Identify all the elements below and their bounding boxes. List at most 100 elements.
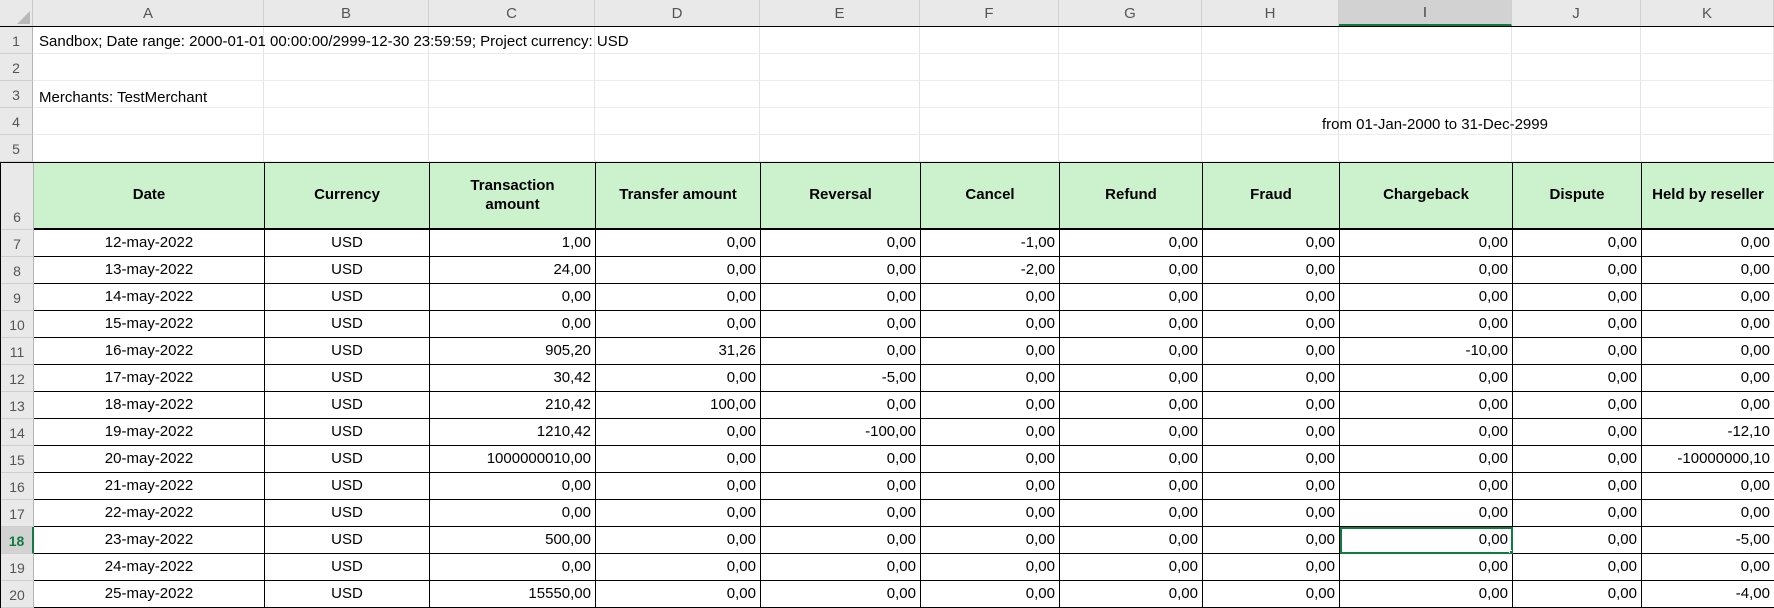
row-number-13[interactable]: 13 xyxy=(1,392,34,419)
column-header-f[interactable]: F xyxy=(920,0,1059,26)
cell[interactable]: USD xyxy=(265,473,430,500)
row-number-3[interactable]: 3 xyxy=(0,81,33,108)
cell[interactable] xyxy=(920,81,1059,108)
row-number-20[interactable]: 20 xyxy=(1,581,34,608)
row-number-17[interactable]: 17 xyxy=(1,500,34,527)
cell[interactable] xyxy=(1202,81,1339,108)
cell[interactable]: -5,00 xyxy=(1642,527,1774,554)
cell[interactable]: 0,00 xyxy=(1060,554,1203,581)
cell[interactable]: 0,00 xyxy=(1513,581,1642,608)
header-cell-transfer-amount[interactable]: Transfer amount xyxy=(596,163,761,230)
cell[interactable] xyxy=(595,108,760,135)
cell[interactable]: 0,00 xyxy=(1060,365,1203,392)
cell[interactable]: 1000000010,00 xyxy=(430,446,596,473)
row-number-16[interactable]: 16 xyxy=(1,473,34,500)
cell[interactable]: 0,00 xyxy=(430,500,596,527)
cell[interactable] xyxy=(1512,135,1641,162)
cell[interactable]: -5,00 xyxy=(761,365,921,392)
cell[interactable] xyxy=(1059,108,1202,135)
cell[interactable]: 0,00 xyxy=(1203,500,1340,527)
cell[interactable]: 0,00 xyxy=(921,500,1060,527)
cell[interactable]: 0,00 xyxy=(1060,284,1203,311)
cell[interactable] xyxy=(264,108,429,135)
cell[interactable] xyxy=(1641,27,1774,54)
cell[interactable]: 30,42 xyxy=(430,365,596,392)
cell[interactable]: 0,00 xyxy=(1060,311,1203,338)
cell[interactable] xyxy=(1059,54,1202,81)
cell[interactable]: 0,00 xyxy=(1060,230,1203,257)
cell[interactable]: 22-may-2022 xyxy=(34,500,265,527)
cell[interactable]: 0,00 xyxy=(596,230,761,257)
cell[interactable]: 0,00 xyxy=(1203,392,1340,419)
cell[interactable]: 100,00 xyxy=(596,392,761,419)
cell[interactable]: 0,00 xyxy=(430,554,596,581)
cell[interactable]: 0,00 xyxy=(1340,257,1513,284)
cell[interactable]: -100,00 xyxy=(761,419,921,446)
cell[interactable]: 0,00 xyxy=(1340,230,1513,257)
cell[interactable]: 0,00 xyxy=(1340,473,1513,500)
cell[interactable]: 0,00 xyxy=(761,257,921,284)
selected-cell[interactable]: 0,00 xyxy=(1340,527,1513,554)
cell[interactable]: USD xyxy=(265,527,430,554)
cell[interactable]: 20-may-2022 xyxy=(34,446,265,473)
cell[interactable] xyxy=(1202,108,1339,135)
cell[interactable]: 0,00 xyxy=(1340,500,1513,527)
cell[interactable]: 500,00 xyxy=(430,527,596,554)
cell[interactable]: 0,00 xyxy=(596,446,761,473)
cell[interactable]: USD xyxy=(265,284,430,311)
row-number-18[interactable]: 18 xyxy=(1,527,34,554)
header-cell-dispute[interactable]: Dispute xyxy=(1513,163,1642,230)
cell[interactable]: 17-may-2022 xyxy=(34,365,265,392)
header-cell-reversal[interactable]: Reversal xyxy=(761,163,921,230)
row-number-15[interactable]: 15 xyxy=(1,446,34,473)
cell[interactable]: USD xyxy=(265,419,430,446)
cell[interactable]: 0,00 xyxy=(1340,311,1513,338)
cell[interactable] xyxy=(1059,27,1202,54)
cell[interactable]: -4,00 xyxy=(1642,581,1774,608)
cell[interactable] xyxy=(920,54,1059,81)
cell[interactable]: -10,00 xyxy=(1340,338,1513,365)
column-header-k[interactable]: K xyxy=(1641,0,1774,26)
cell[interactable]: 0,00 xyxy=(1513,311,1642,338)
cell[interactable] xyxy=(264,81,429,108)
cell[interactable] xyxy=(1512,54,1641,81)
cell[interactable]: 0,00 xyxy=(430,311,596,338)
row-number-6[interactable]: 6 xyxy=(1,163,34,230)
cell[interactable]: 0,00 xyxy=(1060,392,1203,419)
cell[interactable]: 0,00 xyxy=(1060,338,1203,365)
cell[interactable]: 0,00 xyxy=(1203,338,1340,365)
cell[interactable]: 0,00 xyxy=(761,311,921,338)
row-number-5[interactable]: 5 xyxy=(0,135,33,162)
cell[interactable]: 0,00 xyxy=(1203,527,1340,554)
cell[interactable] xyxy=(760,54,920,81)
cell[interactable]: 16-may-2022 xyxy=(34,338,265,365)
cell[interactable]: 0,00 xyxy=(1203,257,1340,284)
cell[interactable]: 0,00 xyxy=(761,554,921,581)
cell[interactable] xyxy=(920,108,1059,135)
header-cell-refund[interactable]: Refund xyxy=(1060,163,1203,230)
cell[interactable]: 0,00 xyxy=(1513,500,1642,527)
column-header-j[interactable]: J xyxy=(1512,0,1641,26)
cell[interactable]: 0,00 xyxy=(596,365,761,392)
cell[interactable]: 0,00 xyxy=(1642,257,1774,284)
cell[interactable]: 0,00 xyxy=(1340,581,1513,608)
cell[interactable]: 0,00 xyxy=(596,419,761,446)
cell[interactable]: 0,00 xyxy=(921,284,1060,311)
cell[interactable] xyxy=(429,81,595,108)
header-cell-date[interactable]: Date xyxy=(34,163,265,230)
cell[interactable]: USD xyxy=(265,392,430,419)
cell[interactable] xyxy=(1202,135,1339,162)
row-number-12[interactable]: 12 xyxy=(1,365,34,392)
column-header-i[interactable]: I xyxy=(1339,0,1512,26)
cell[interactable]: 23-may-2022 xyxy=(34,527,265,554)
cell[interactable]: 15-may-2022 xyxy=(34,311,265,338)
cell[interactable]: 0,00 xyxy=(1642,365,1774,392)
cell[interactable]: 0,00 xyxy=(1060,500,1203,527)
cell[interactable] xyxy=(1202,27,1339,54)
cell[interactable] xyxy=(760,135,920,162)
row-number-10[interactable]: 10 xyxy=(1,311,34,338)
cell[interactable] xyxy=(33,54,264,81)
cell[interactable]: 12-may-2022 xyxy=(34,230,265,257)
cell[interactable]: 0,00 xyxy=(1513,473,1642,500)
cell[interactable]: 0,00 xyxy=(1513,365,1642,392)
